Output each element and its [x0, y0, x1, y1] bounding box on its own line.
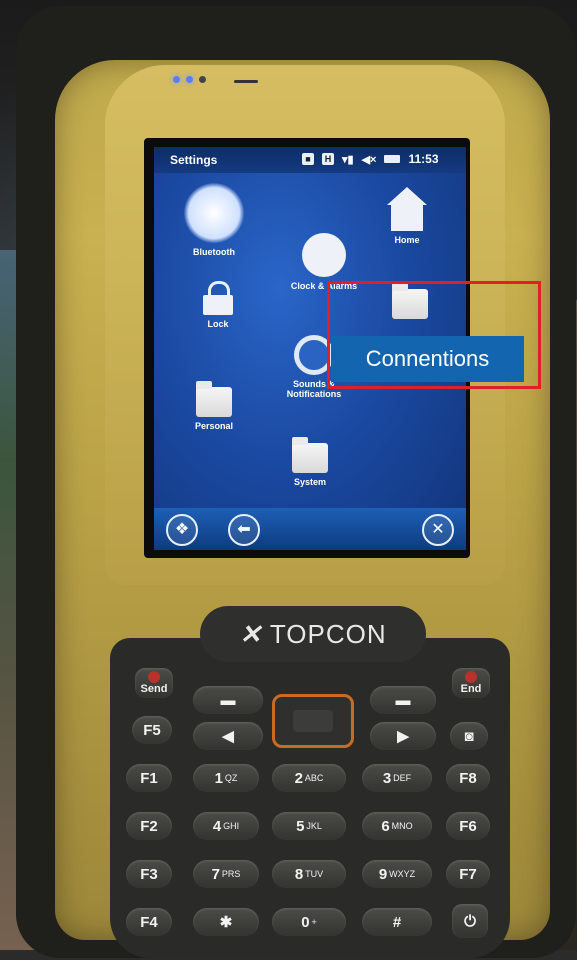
key-6[interactable]: 6 MNO: [362, 812, 432, 840]
led-indicator: [199, 76, 206, 83]
earpiece-speaker: [234, 80, 258, 83]
personal-folder-icon: [196, 381, 232, 417]
f3-key[interactable]: F3: [126, 860, 172, 888]
key-7[interactable]: 7 PRS: [193, 860, 259, 888]
clock-icon: [302, 233, 346, 277]
tile-label: Personal: [194, 421, 234, 431]
f4-key[interactable]: F4: [126, 908, 172, 936]
key-0[interactable]: 0 +: [272, 908, 346, 936]
end-key[interactable]: End: [452, 668, 490, 698]
status-leds: [173, 76, 206, 83]
led-indicator: [186, 76, 193, 83]
brand-name: TOPCON: [269, 619, 387, 649]
battery-icon[interactable]: [384, 155, 401, 163]
tile-label: System: [293, 477, 327, 487]
bluetooth-icon: [184, 183, 244, 243]
tile-label: Bluetooth: [193, 247, 235, 257]
send-key-icon: [148, 671, 160, 683]
connectivity-icon[interactable]: H: [322, 153, 334, 165]
key-8[interactable]: 8 TUV: [272, 860, 346, 888]
nav-up-right-key[interactable]: ▬: [370, 686, 436, 714]
f8-key[interactable]: F8: [446, 764, 490, 792]
key-5[interactable]: 5 JKL: [272, 812, 346, 840]
start-button[interactable]: ❖: [166, 514, 198, 546]
system-folder-icon: [292, 437, 328, 473]
f7-key[interactable]: F7: [446, 860, 490, 888]
taskbar: ❖ ⬅ ✕: [154, 508, 466, 550]
status-icons: ■ H ▾▮ ◀× 11:53: [302, 152, 439, 166]
led-indicator: [173, 76, 180, 83]
nav-up-left-key[interactable]: ▬: [193, 686, 263, 714]
hash-key[interactable]: #: [362, 908, 432, 936]
clock-text[interactable]: 11:53: [408, 152, 438, 166]
send-key[interactable]: Send: [135, 668, 173, 698]
screen-title: Settings: [170, 153, 218, 167]
brand-logo: ✕ TOPCON: [200, 606, 426, 662]
tile-label: Lock: [207, 319, 229, 329]
key-4[interactable]: 4 GHI: [193, 812, 259, 840]
home-body-icon: [391, 205, 423, 231]
signal-icon[interactable]: ▾▮: [342, 153, 354, 166]
nav-left-key[interactable]: ◀: [193, 722, 263, 750]
nav-center-key[interactable]: [272, 694, 354, 748]
tile-personal[interactable]: Personal: [184, 381, 244, 431]
topcon-logo-mark-icon: ✕: [239, 619, 263, 649]
tile-system[interactable]: System: [280, 437, 340, 487]
f1-key[interactable]: F1: [126, 764, 172, 792]
key-9[interactable]: 9 WXYZ: [362, 860, 432, 888]
tile-bluetooth[interactable]: Bluetooth: [176, 183, 252, 257]
power-key[interactable]: ⏻: [452, 904, 488, 938]
f5-key[interactable]: F5: [132, 716, 172, 744]
tile-label: Home: [394, 235, 420, 245]
key-3[interactable]: 3 DEF: [362, 764, 432, 792]
f2-key[interactable]: F2: [126, 812, 172, 840]
tile-lock[interactable]: Lock: [188, 281, 248, 329]
star-key[interactable]: ✱: [193, 908, 259, 936]
nav-right-key[interactable]: ▶: [370, 722, 436, 750]
back-button[interactable]: ⬅: [228, 514, 260, 546]
home-icon: [387, 187, 427, 205]
f6-key[interactable]: F6: [446, 812, 490, 840]
notification-icon[interactable]: ■: [302, 153, 314, 165]
lock-icon: [203, 281, 233, 315]
key-2[interactable]: 2 ABC: [272, 764, 346, 792]
key-1[interactable]: 1 QZ: [193, 764, 259, 792]
close-button[interactable]: ✕: [422, 514, 454, 546]
volume-icon[interactable]: ◀×: [362, 153, 377, 166]
annotation-label: Connentions: [331, 336, 524, 382]
camera-key[interactable]: ◙: [450, 722, 488, 750]
status-bar: Settings ■ H ▾▮ ◀× 11:53: [154, 147, 466, 173]
end-key-icon: [465, 671, 477, 683]
tile-home[interactable]: Home: [372, 187, 442, 245]
